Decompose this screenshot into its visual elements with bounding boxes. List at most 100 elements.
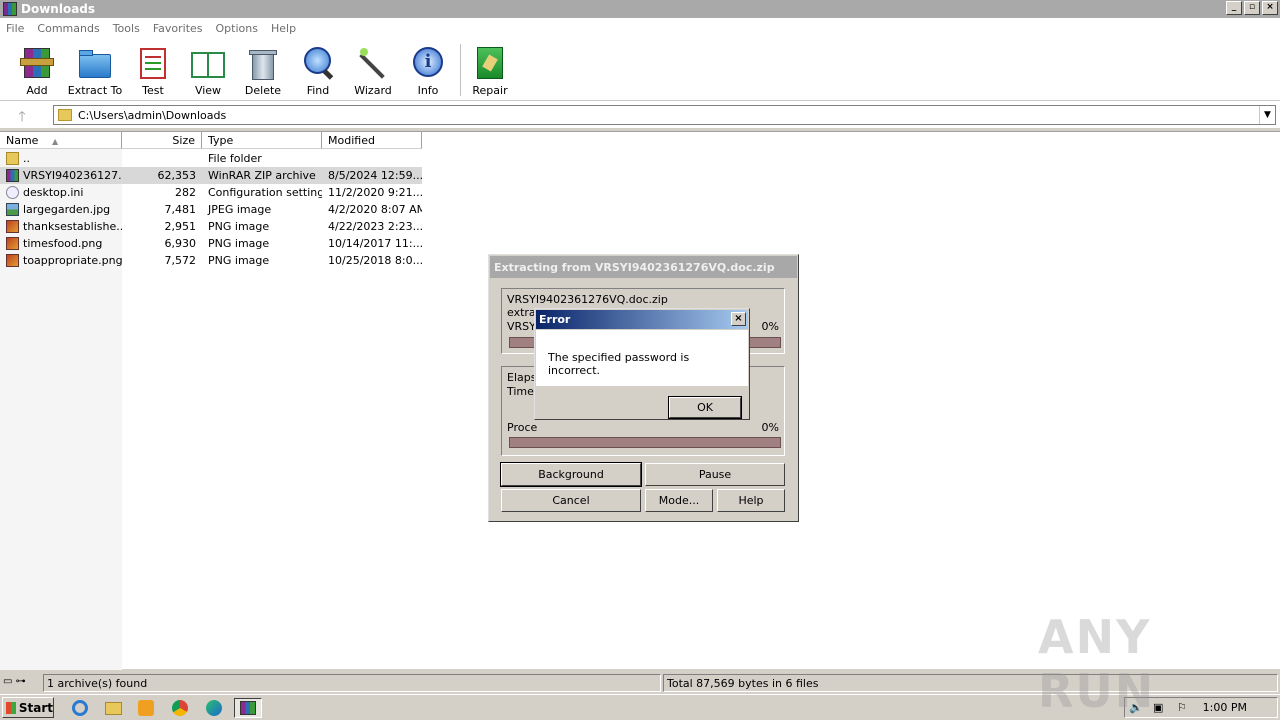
file-size: 6,930 [164, 237, 197, 250]
png-icon [6, 237, 19, 250]
file-size: 7,572 [164, 254, 197, 267]
winrar-icon [3, 2, 17, 16]
file-row[interactable]: largegarden.jpg 7,481 JPEG image 4/2/2020 8… [0, 201, 422, 218]
column-name[interactable]: Name ▲ [0, 132, 122, 149]
error-message: The specified password is incorrect. [536, 330, 748, 386]
jpg-icon [6, 203, 19, 216]
file-type: JPEG image [208, 203, 272, 216]
current-file: VRSY [507, 320, 536, 333]
menu-favorites[interactable]: Favorites [153, 22, 203, 35]
file-row[interactable]: thanksestablishe... 2,951 PNG image 4/22/20… [0, 218, 422, 235]
status-left: 1 archive(s) found [43, 674, 661, 692]
view-book-icon [191, 46, 225, 80]
extract-folder-icon [78, 46, 112, 80]
error-close-button[interactable]: × [731, 312, 746, 326]
menu-options[interactable]: Options [216, 22, 258, 35]
chrome-icon[interactable] [170, 698, 192, 718]
watermark: ANY RUN [1038, 610, 1156, 718]
ini-icon [6, 186, 19, 199]
menu-bar: File Commands Tools Favorites Options He… [0, 18, 1280, 38]
file-row[interactable]: timesfood.png 6,930 PNG image 10/14/2017 11… [0, 235, 422, 252]
add-archive-icon [20, 46, 54, 80]
file-name: .. [0, 152, 122, 165]
error-dialog-title: Error × [536, 310, 748, 329]
sort-arrow-icon: ▲ [51, 137, 59, 146]
menu-commands[interactable]: Commands [37, 22, 99, 35]
menu-tools[interactable]: Tools [113, 22, 140, 35]
file-modified: 4/22/2023 2:23... [328, 220, 422, 233]
file-percent: 0% [761, 320, 779, 333]
menu-help[interactable]: Help [271, 22, 296, 35]
file-row[interactable]: toappropriate.png 7,572 PNG image 10/25/201… [0, 252, 422, 269]
winrar-taskbar-icon[interactable] [234, 698, 262, 718]
file-name: desktop.ini [0, 186, 122, 199]
png-icon [6, 254, 19, 267]
window-controls: _ ▫ × [1226, 1, 1278, 15]
title-bar: Downloads _ ▫ × [0, 0, 1280, 18]
pause-button[interactable]: Pause [645, 463, 785, 486]
archive-name: VRSYI9402361276VQ.doc.zip [507, 293, 668, 306]
file-name: largegarden.jpg [0, 203, 122, 216]
address-path: C:\Users\admin\Downloads [78, 108, 227, 122]
file-size: 62,353 [157, 169, 197, 182]
up-folder-button[interactable]: 🡑 [12, 106, 32, 125]
wizard-button[interactable]: Wizard [344, 46, 402, 97]
media-player-icon[interactable] [136, 698, 158, 718]
delete-button[interactable]: Delete [234, 46, 292, 97]
magnifier-icon [301, 46, 335, 80]
windows-logo-icon [6, 701, 16, 714]
column-type[interactable]: Type [202, 132, 322, 149]
explorer-icon[interactable] [103, 698, 125, 718]
window-title: Downloads [21, 2, 96, 16]
column-modified[interactable]: Modified [322, 132, 422, 149]
extract-to-button[interactable]: Extract To [66, 46, 124, 97]
folder-up-icon [6, 152, 19, 165]
file-type: WinRAR ZIP archive [208, 169, 316, 182]
ok-button[interactable]: OK [668, 396, 742, 419]
file-type: File folder [208, 152, 262, 165]
info-icon: i [411, 46, 445, 80]
file-name: VRSYI940236127... [0, 169, 122, 182]
file-row[interactable]: desktop.ini 282 Configuration settings 11/2… [0, 184, 422, 201]
info-button[interactable]: i Info [399, 46, 457, 97]
minimize-button[interactable]: _ [1226, 1, 1242, 15]
zip-icon [6, 169, 19, 182]
help-button[interactable]: Help [717, 489, 785, 512]
file-type: PNG image [208, 220, 270, 233]
test-clipboard-icon [136, 46, 170, 80]
repair-button[interactable]: Repair [461, 46, 519, 97]
file-type: PNG image [208, 237, 270, 250]
file-row[interactable]: VRSYI940236127... 62,353 WinRAR ZIP archiv… [0, 167, 422, 184]
view-button[interactable]: View [179, 46, 237, 97]
background-button[interactable]: Background [500, 462, 642, 487]
add-button[interactable]: Add [8, 46, 66, 97]
error-dialog: Error × The specified password is incorr… [534, 308, 750, 420]
wand-icon [356, 46, 390, 80]
file-name: thanksestablishe... [0, 220, 122, 233]
file-row[interactable]: .. File folder [0, 150, 422, 167]
test-button[interactable]: Test [124, 46, 182, 97]
toolbar: Add Extract To Test View Delete Find Wiz… [0, 38, 1280, 100]
close-button[interactable]: × [1262, 1, 1278, 15]
file-name: timesfood.png [0, 237, 122, 250]
start-button[interactable]: Start [2, 697, 54, 718]
find-button[interactable]: Find [289, 46, 347, 97]
cancel-button[interactable]: Cancel [501, 489, 641, 512]
mode-button[interactable]: Mode... [645, 489, 713, 512]
file-size: 7,481 [164, 203, 197, 216]
file-type: PNG image [208, 254, 270, 267]
file-modified: 4/2/2020 8:07 AM [328, 203, 422, 216]
column-size[interactable]: Size [122, 132, 202, 149]
trash-icon [246, 46, 280, 80]
processed-label: Proce [507, 421, 538, 434]
address-field[interactable]: C:\Users\admin\Downloads ▼ [53, 105, 1276, 125]
menu-file[interactable]: File [6, 22, 24, 35]
edge-icon[interactable] [204, 698, 226, 718]
ie-icon[interactable] [70, 698, 92, 718]
chevron-down-icon[interactable]: ▼ [1259, 106, 1275, 124]
extracting-dialog-title: Extracting from VRSYI9402361276VQ.doc.zi… [490, 256, 797, 278]
file-modified: 10/14/2017 11:... [328, 237, 422, 250]
column-headers: Name ▲ Size Type Modified [0, 132, 1280, 149]
total-progress-bar [509, 437, 781, 448]
maximize-button[interactable]: ▫ [1244, 1, 1260, 15]
